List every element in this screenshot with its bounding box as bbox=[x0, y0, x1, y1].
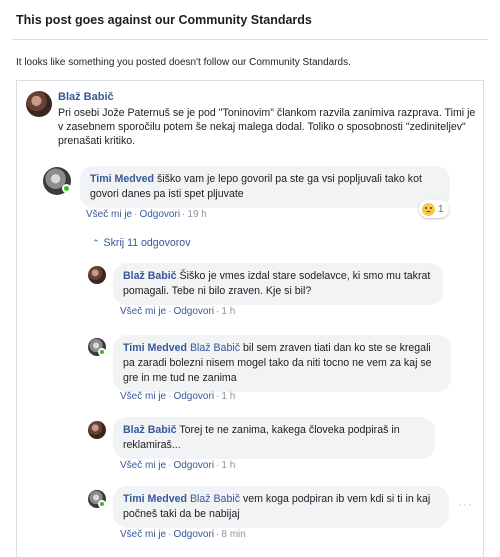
reply-bubble: Blaž Babič Torej te ne zanima, kakega čl… bbox=[113, 417, 435, 459]
comment-time[interactable]: 19 h bbox=[187, 209, 206, 220]
like-button[interactable]: Všeč mi je bbox=[86, 209, 132, 220]
avatar[interactable] bbox=[26, 91, 52, 117]
online-status-icon bbox=[62, 184, 71, 193]
reply-time[interactable]: 1 h bbox=[221, 391, 235, 402]
reply-author[interactable]: Blaž Babič bbox=[123, 424, 177, 436]
comment-author[interactable]: Timi Medved bbox=[90, 173, 154, 185]
reply-button[interactable]: Odgovori bbox=[173, 529, 214, 540]
hide-replies-label: Skrij 11 odgovorov bbox=[103, 237, 191, 249]
comment-bubble: Timi Medved šiško vam je lepo govoril pa… bbox=[80, 166, 450, 208]
reply-time[interactable]: 1 h bbox=[221, 306, 235, 317]
reply-author[interactable]: Blaž Babič bbox=[123, 270, 177, 282]
reply-button[interactable]: Odgovori bbox=[139, 209, 180, 220]
reply-actions: Všeč mi je · Odgovori · 8 min bbox=[120, 529, 246, 540]
dialog-header: This post goes against our Community Sta… bbox=[12, 0, 488, 40]
post-text: Pri osebi Jože Paternuš se je pod "Tonin… bbox=[58, 107, 476, 147]
like-button[interactable]: Všeč mi je bbox=[120, 391, 166, 402]
reply-author[interactable]: Timi Medved bbox=[123, 493, 187, 505]
notice-text: It looks like something you posted doesn… bbox=[16, 57, 351, 68]
chevron-up-icon: ⌃ bbox=[92, 238, 100, 248]
like-button[interactable]: Všeč mi je bbox=[120, 306, 166, 317]
reply-button[interactable]: Odgovori bbox=[173, 391, 214, 402]
sad-face-icon bbox=[422, 202, 435, 216]
avatar[interactable] bbox=[88, 421, 106, 439]
reaction-count-value: 1 bbox=[438, 203, 444, 215]
avatar[interactable] bbox=[88, 266, 106, 284]
online-status-icon bbox=[98, 500, 106, 508]
reply-button[interactable]: Odgovori bbox=[173, 306, 214, 317]
like-button[interactable]: Všeč mi je bbox=[120, 529, 166, 540]
hide-replies-button[interactable]: ⌃ Skrij 11 odgovorov bbox=[92, 237, 191, 249]
like-button[interactable]: Všeč mi je bbox=[120, 460, 166, 471]
reply-mention[interactable]: Blaž Babič bbox=[190, 493, 240, 505]
more-options-icon[interactable]: ··· bbox=[458, 497, 473, 511]
dialog-title: This post goes against our Community Sta… bbox=[16, 13, 312, 27]
reply-time[interactable]: 1 h bbox=[221, 460, 235, 471]
reply-actions: Všeč mi je · Odgovori · 1 h bbox=[120, 460, 236, 471]
post-author[interactable]: Blaž Babič bbox=[58, 91, 114, 103]
reply-button[interactable]: Odgovori bbox=[173, 460, 214, 471]
online-status-icon bbox=[98, 348, 106, 356]
reply-bubble: Timi Medved Blaž Babič vem koga podpiran… bbox=[113, 486, 449, 528]
reply-actions: Všeč mi je · Odgovori · 1 h bbox=[120, 306, 236, 317]
comment-actions: Všeč mi je · Odgovori · 19 h bbox=[86, 209, 207, 220]
reply-actions: Všeč mi je · Odgovori · 1 h bbox=[120, 391, 236, 402]
reply-time[interactable]: 8 min bbox=[221, 529, 245, 540]
reply-mention[interactable]: Blaž Babič bbox=[190, 342, 240, 354]
reply-author[interactable]: Timi Medved bbox=[123, 342, 187, 354]
reaction-count[interactable]: 1 bbox=[419, 200, 449, 218]
reply-bubble: Timi Medved Blaž Babič bil sem zraven ti… bbox=[113, 335, 451, 392]
reply-bubble: Blaž Babič Šiško je vmes izdal stare sod… bbox=[113, 263, 443, 305]
